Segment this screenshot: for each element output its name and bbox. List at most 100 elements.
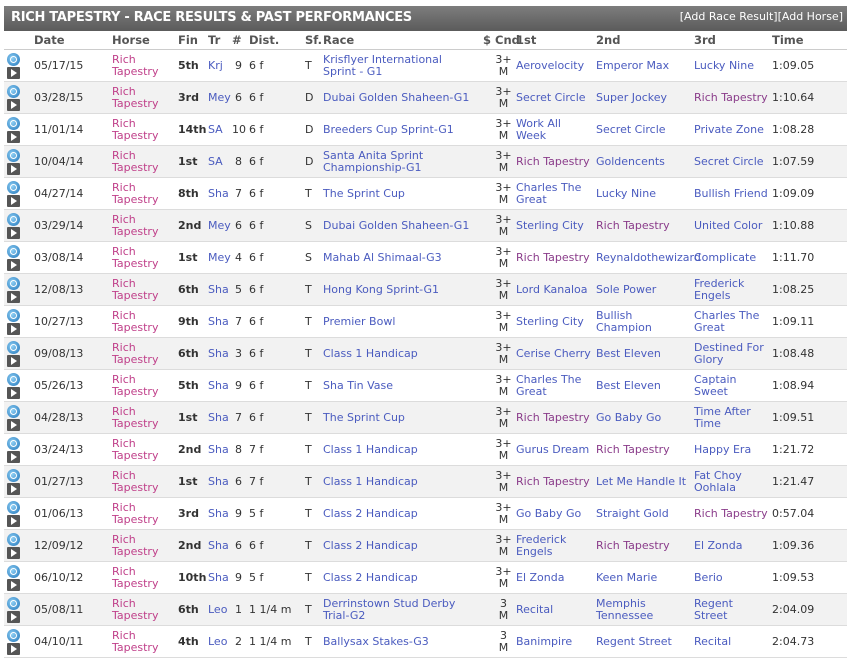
video-play-icon[interactable] <box>7 386 20 399</box>
horse-link[interactable]: Rich Tapestry <box>110 561 176 594</box>
track-link[interactable]: Sha <box>206 177 230 210</box>
col-cnd[interactable]: Cnd <box>493 31 520 50</box>
video-play-icon[interactable] <box>7 546 20 559</box>
col-race[interactable]: Race <box>321 31 473 50</box>
track-link[interactable]: Sha <box>206 465 230 498</box>
col-date[interactable]: Date <box>32 31 110 50</box>
race-link[interactable]: Sha Tin Vase <box>321 369 473 402</box>
horse-link[interactable]: Rich Tapestry <box>110 625 176 658</box>
second-place-link[interactable]: Super Jockey <box>594 81 692 114</box>
horse-link[interactable]: Rich Tapestry <box>110 497 176 530</box>
col-second[interactable]: 2nd <box>594 31 692 50</box>
second-place-link[interactable]: Sole Power <box>594 273 692 306</box>
track-link[interactable]: Sha <box>206 497 230 530</box>
magnifier-icon[interactable] <box>7 116 20 130</box>
second-place-link[interactable]: Rich Tapestry <box>594 209 692 242</box>
col-third[interactable]: 3rd <box>692 31 770 50</box>
race-link[interactable]: Krisflyer International Sprint - G1 <box>321 49 473 82</box>
magnifier-icon[interactable] <box>7 404 20 418</box>
magnifier-icon[interactable] <box>7 180 20 194</box>
third-place-link[interactable]: Time After Time <box>692 401 770 434</box>
track-link[interactable]: Sha <box>206 337 230 370</box>
track-link[interactable]: SA <box>206 113 230 146</box>
track-link[interactable]: Sha <box>206 529 230 562</box>
horse-link[interactable]: Rich Tapestry <box>110 49 176 82</box>
second-place-link[interactable]: Best Eleven <box>594 369 692 402</box>
first-place-link[interactable]: Rich Tapestry <box>514 465 594 498</box>
track-link[interactable]: Krj <box>206 49 230 82</box>
magnifier-icon[interactable] <box>7 436 20 450</box>
race-link[interactable]: Class 1 Handicap <box>321 337 473 370</box>
track-link[interactable]: Sha <box>206 305 230 338</box>
track-link[interactable]: Sha <box>206 273 230 306</box>
second-place-link[interactable]: Straight Gold <box>594 497 692 530</box>
first-place-link[interactable]: Charles The Great <box>514 177 594 210</box>
video-play-icon[interactable] <box>7 514 20 527</box>
race-link[interactable]: Class 1 Handicap <box>321 433 473 466</box>
third-place-link[interactable]: Happy Era <box>692 433 770 466</box>
track-link[interactable]: Mey <box>206 241 231 274</box>
first-place-link[interactable]: Rich Tapestry <box>514 241 594 274</box>
race-link[interactable]: Hong Kong Sprint-G1 <box>321 273 473 306</box>
video-play-icon[interactable] <box>7 322 20 335</box>
race-link[interactable]: Class 2 Handicap <box>321 561 473 594</box>
first-place-link[interactable]: Lord Kanaloa <box>514 273 594 306</box>
second-place-link[interactable]: Let Me Handle It <box>594 465 692 498</box>
third-place-link[interactable]: Recital <box>692 625 770 658</box>
col-horse[interactable]: Horse <box>110 31 176 50</box>
race-link[interactable]: The Sprint Cup <box>321 177 473 210</box>
track-link[interactable]: Leo <box>206 593 230 626</box>
first-place-link[interactable]: El Zonda <box>514 561 594 594</box>
second-place-link[interactable]: Memphis Tennessee <box>594 593 692 626</box>
horse-link[interactable]: Rich Tapestry <box>110 273 176 306</box>
horse-link[interactable]: Rich Tapestry <box>110 369 176 402</box>
video-play-icon[interactable] <box>7 354 20 367</box>
horse-link[interactable]: Rich Tapestry <box>110 465 176 498</box>
first-place-link[interactable]: Secret Circle <box>514 81 594 114</box>
race-link[interactable]: Breeders Cup Sprint-G1 <box>321 113 473 146</box>
magnifier-icon[interactable] <box>7 308 20 322</box>
second-place-link[interactable]: Goldencents <box>594 145 692 178</box>
second-place-link[interactable]: Best Eleven <box>594 337 692 370</box>
third-place-link[interactable]: United Color <box>692 209 770 242</box>
magnifier-icon[interactable] <box>7 372 20 386</box>
video-play-icon[interactable] <box>7 610 20 623</box>
third-place-link[interactable]: Secret Circle <box>692 145 770 178</box>
second-place-link[interactable]: Go Baby Go <box>594 401 692 434</box>
second-place-link[interactable]: Bullish Champion <box>594 305 692 338</box>
magnifier-icon[interactable] <box>7 468 20 482</box>
first-place-link[interactable]: Rich Tapestry <box>514 401 594 434</box>
video-play-icon[interactable] <box>7 98 20 111</box>
magnifier-icon[interactable] <box>7 564 20 578</box>
second-place-link[interactable]: Regent Street <box>594 625 692 658</box>
third-place-link[interactable]: Regent Street <box>692 593 770 626</box>
first-place-link[interactable]: Sterling City <box>514 209 594 242</box>
col-tr[interactable]: Tr <box>206 31 230 50</box>
horse-link[interactable]: Rich Tapestry <box>110 177 176 210</box>
race-link[interactable]: Class 1 Handicap <box>321 465 473 498</box>
first-place-link[interactable]: Sterling City <box>514 305 594 338</box>
video-play-icon[interactable] <box>7 578 20 591</box>
track-link[interactable]: SA <box>206 145 230 178</box>
third-place-link[interactable]: Fat Choy Oohlala <box>692 465 770 498</box>
video-play-icon[interactable] <box>7 226 20 239</box>
magnifier-icon[interactable] <box>7 84 20 98</box>
magnifier-icon[interactable] <box>7 244 20 258</box>
first-place-link[interactable]: Banimpire <box>514 625 594 658</box>
magnifier-icon[interactable] <box>7 148 20 162</box>
third-place-link[interactable]: Frederick Engels <box>692 273 770 306</box>
second-place-link[interactable]: Reynaldothewizard <box>594 241 701 274</box>
track-link[interactable]: Leo <box>206 625 230 658</box>
magnifier-icon[interactable] <box>7 500 20 514</box>
track-link[interactable]: Mey <box>206 209 231 242</box>
third-place-link[interactable]: Rich Tapestry <box>692 497 770 530</box>
col-dist[interactable]: Dist. <box>247 31 303 50</box>
video-play-icon[interactable] <box>7 642 20 655</box>
race-link[interactable]: Ballysax Stakes-G3 <box>321 625 473 658</box>
video-play-icon[interactable] <box>7 482 20 495</box>
magnifier-icon[interactable] <box>7 340 20 354</box>
magnifier-icon[interactable] <box>7 596 20 610</box>
magnifier-icon[interactable] <box>7 276 20 290</box>
col-time[interactable]: Time <box>770 31 847 50</box>
col-first[interactable]: 1st <box>514 31 594 50</box>
